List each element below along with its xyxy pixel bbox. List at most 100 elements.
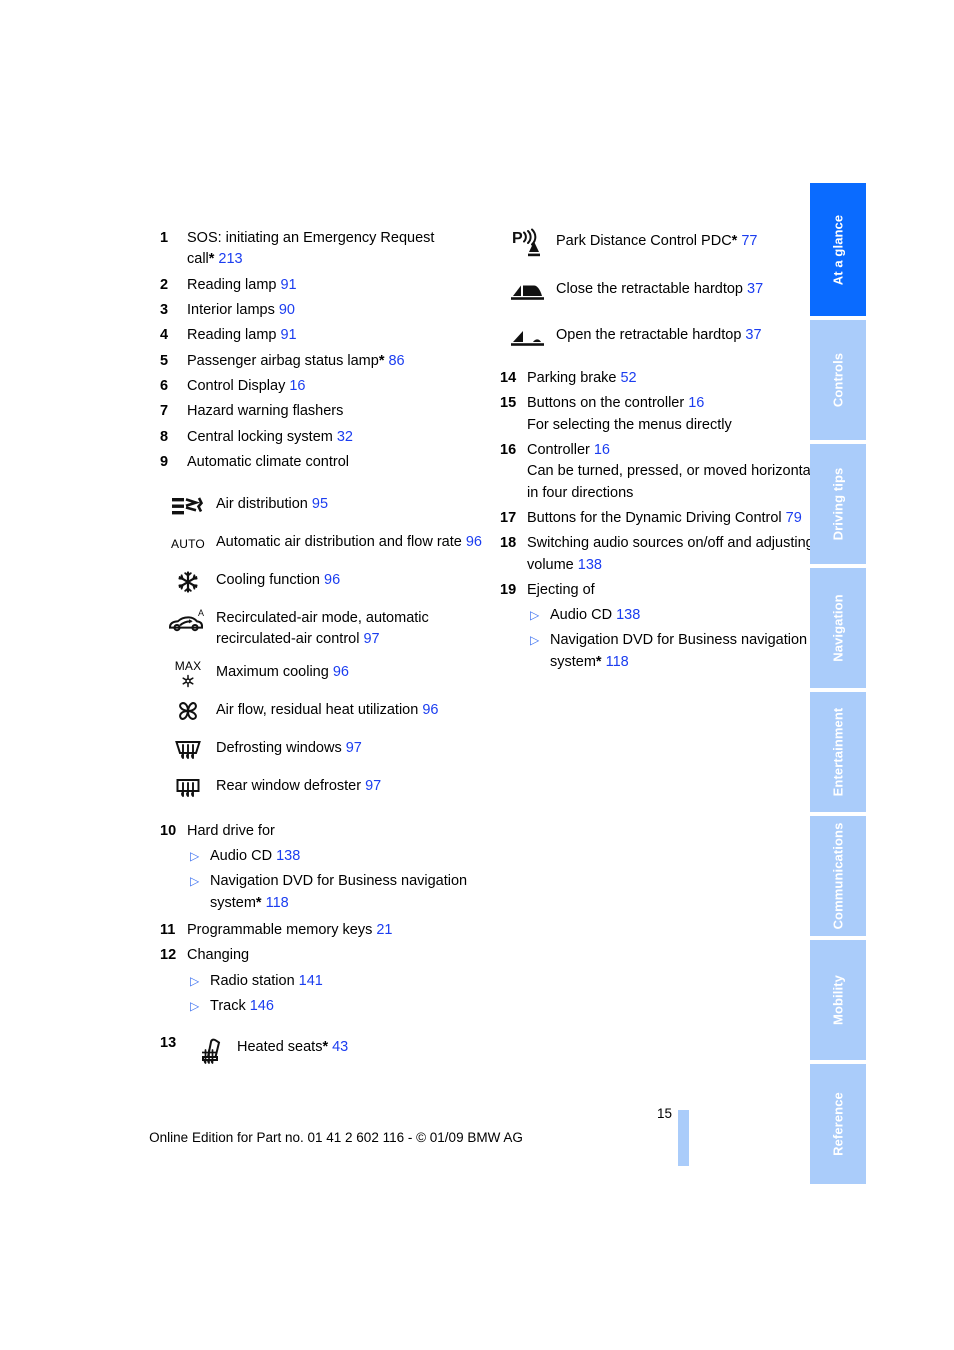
max-cooling-icon: MAX — [160, 659, 216, 689]
page-ref[interactable]: 96 — [462, 534, 482, 550]
page-ref[interactable]: 16 — [285, 378, 305, 394]
climate-label: Air flow, residual heat utilization 96 — [216, 701, 439, 718]
manual-page: 1 SOS: initiating an Emergency Request c… — [0, 0, 954, 1350]
item-number: 18 — [500, 535, 517, 552]
climate-symbol-list: Air distribution 95 AUTO Automatic air di… — [160, 491, 490, 803]
climate-row-air-flow: Air flow, residual heat utilization 96 — [160, 697, 490, 727]
tab-mobility[interactable]: Mobility — [810, 940, 866, 1060]
list-item: 15 Buttons on the controller 16 For select… — [500, 393, 830, 436]
item-text: Automatic climate control — [187, 452, 490, 473]
tab-label: Driving tips — [830, 467, 846, 541]
item-number: 17 — [500, 509, 517, 526]
page-ref[interactable]: 37 — [741, 327, 761, 343]
footer-note: Online Edition for Part no. 01 41 2 602 … — [149, 1130, 523, 1145]
tab-navigation[interactable]: Navigation — [810, 568, 866, 688]
tab-communications[interactable]: Communications — [810, 816, 866, 936]
fan-icon — [160, 697, 216, 727]
item-text: Reading lamp 91 — [187, 275, 490, 296]
tab-entertainment[interactable]: Entertainment — [810, 692, 866, 812]
right-column: P Park Distance Control PDC* 77 Close th… — [500, 228, 830, 673]
left-column: 1 SOS: initiating an Emergency Request c… — [160, 228, 490, 1065]
item-label: Buttons for the Dynamic Driving Control — [527, 509, 782, 526]
sub-item-label: Track 146 — [210, 997, 274, 1014]
page-ref[interactable]: 141 — [295, 973, 323, 989]
page-ref[interactable]: 77 — [737, 233, 757, 249]
page-ref[interactable]: 96 — [320, 572, 340, 588]
sub-item: ▷ Navigation DVD for Business navigation… — [190, 871, 490, 914]
page-ref[interactable]: 43 — [328, 1039, 348, 1055]
page-ref[interactable]: 90 — [275, 302, 295, 318]
sub-item-label: Navigation DVD for Business navigation s… — [550, 632, 808, 670]
page-ref[interactable]: 95 — [308, 496, 328, 512]
sub-item: ▷ Track 146 — [190, 996, 490, 1017]
page-ref[interactable]: 91 — [276, 327, 296, 343]
item-text: Ejecting of — [527, 580, 830, 601]
page-ref[interactable]: 97 — [361, 778, 381, 794]
list-item: 6 Control Display 16 — [160, 376, 490, 397]
sub-item-label: Audio CD 138 — [550, 607, 641, 624]
item-number: 12 — [160, 947, 177, 964]
item-number: 13 — [160, 1035, 177, 1052]
tab-controls[interactable]: Controls — [810, 320, 866, 440]
tab-reference[interactable]: Reference — [810, 1064, 866, 1184]
page-number: 15 — [656, 1106, 672, 1121]
item-label: Reading lamp — [187, 327, 277, 344]
list-item: 18 Switching audio sources on/off and ad… — [500, 533, 830, 576]
sub-item: ▷ Audio CD 138 — [530, 605, 830, 626]
item-text: Central locking system 32 — [187, 427, 490, 448]
climate-label: Rear window defroster 97 — [216, 777, 382, 794]
item-label: Automatic climate control — [187, 453, 349, 470]
page-ref[interactable]: 97 — [359, 631, 379, 647]
item-text: Controller 16 Can be turned, pressed, or m… — [527, 440, 830, 504]
right-symbol-list: P Park Distance Control PDC* 77 Close th… — [500, 228, 830, 352]
page-ref[interactable]: 86 — [384, 353, 404, 369]
item-number: 11 — [160, 922, 176, 938]
triangle-bullet-icon: ▷ — [190, 998, 200, 1013]
page-ref[interactable]: 21 — [372, 922, 392, 938]
list-item: 5 Passenger airbag status lamp* 86 — [160, 351, 490, 372]
item-label: Interior lamps — [187, 301, 275, 318]
page-ref[interactable]: 52 — [616, 370, 636, 386]
item-label: Central locking system — [187, 428, 333, 445]
page-ref[interactable]: 97 — [342, 740, 362, 756]
list-item: 9 Automatic climate control — [160, 452, 490, 473]
page-ref[interactable]: 16 — [590, 442, 610, 458]
max-icon-text: MAX — [174, 658, 202, 673]
item-text: Switching audio sources on/off and adjus… — [527, 533, 830, 576]
hardtop-open-icon — [500, 322, 556, 352]
page-ref[interactable]: 32 — [333, 429, 353, 445]
page-ref[interactable]: 138 — [612, 607, 640, 623]
page-ref[interactable]: 213 — [214, 251, 242, 267]
symbol-row-hardtop-open: Open the retractable hardtop 37 — [500, 322, 830, 352]
list-item: 17 Buttons for the Dynamic Driving Contr… — [500, 508, 830, 529]
list-item: 14 Parking brake 52 — [500, 368, 830, 389]
item-label: Ejecting of — [527, 581, 595, 598]
tab-label: Communications — [830, 822, 846, 930]
tab-driving-tips[interactable]: Driving tips — [810, 444, 866, 564]
page-ref[interactable]: 91 — [276, 277, 296, 293]
item-label: Parking brake — [527, 370, 617, 386]
tab-label: Navigation — [830, 594, 846, 662]
page-ref[interactable]: 96 — [418, 702, 438, 718]
page-ref[interactable]: 118 — [262, 895, 289, 911]
list-item: 10 Hard drive for — [160, 821, 490, 842]
recirculated-air-icon: A — [160, 605, 216, 635]
page-ref[interactable]: 138 — [272, 848, 300, 864]
page-ref[interactable]: 138 — [574, 557, 602, 573]
climate-label: Air distribution 95 — [216, 496, 329, 513]
page-ref[interactable]: 96 — [329, 664, 349, 680]
page-ref[interactable]: 16 — [684, 395, 704, 411]
item-subtext: Can be turned, pressed, or moved horizon… — [527, 463, 825, 501]
tab-at-a-glance[interactable]: At a glance — [810, 183, 866, 316]
page-ref[interactable]: 79 — [782, 510, 802, 526]
item-text: Hazard warning flashers — [187, 401, 490, 422]
page-ref[interactable]: 118 — [602, 654, 629, 670]
tab-label: Entertainment — [830, 707, 846, 797]
item-subtext: For selecting the menus directly — [527, 416, 732, 433]
climate-label: Maximum cooling 96 — [216, 663, 349, 680]
page-ref[interactable]: 37 — [743, 281, 763, 297]
list-item: 16 Controller 16 Can be turned, pressed, o… — [500, 440, 830, 504]
climate-label: Defrosting windows 97 — [216, 739, 362, 756]
triangle-bullet-icon: ▷ — [190, 874, 200, 889]
page-ref[interactable]: 146 — [246, 998, 274, 1014]
